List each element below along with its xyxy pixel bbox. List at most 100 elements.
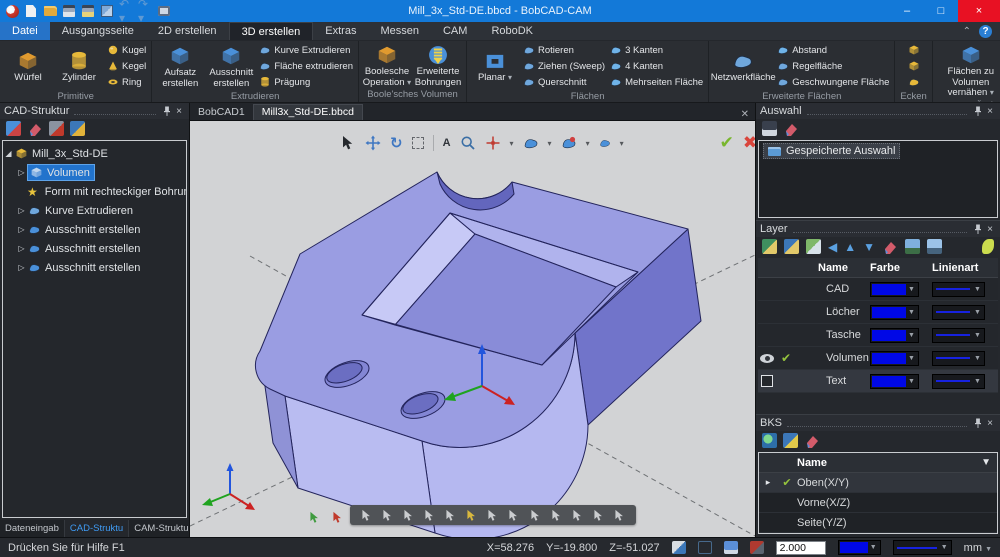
close-panel-icon[interactable]: × <box>984 106 996 117</box>
linestyle-dropdown[interactable]: ▼ <box>932 374 985 389</box>
kurve-extrudieren-button[interactable]: Kurve Extrudieren <box>257 42 355 58</box>
linestyle-dropdown[interactable]: ▼ <box>932 305 985 320</box>
tree-item-form[interactable]: ★ Form mit rechteckiger Bohrung <box>3 182 186 201</box>
solid-model[interactable] <box>255 172 701 538</box>
save-view-icon[interactable] <box>724 541 738 554</box>
new-ucs-button[interactable] <box>762 433 777 448</box>
expander-icon[interactable]: ▷ <box>16 225 27 234</box>
edit-layer-icon[interactable] <box>806 239 821 254</box>
color-dropdown[interactable]: ▼ <box>870 282 919 297</box>
delete-ucs-button[interactable] <box>804 433 820 449</box>
cursor-tool-icon[interactable] <box>672 541 686 554</box>
column-farbe[interactable]: Farbe <box>870 262 932 274</box>
tab-datei[interactable]: Datei <box>0 22 50 40</box>
tab-messen[interactable]: Messen <box>368 22 431 40</box>
snap-mode-button[interactable] <box>444 509 457 522</box>
kugel-button[interactable]: Kugel <box>105 42 148 58</box>
erweiterte-bohrungen-button[interactable]: Erweiterte Bohrungen <box>413 42 463 88</box>
delete-layer-icon[interactable] <box>882 239 898 255</box>
pencil-tool-icon[interactable] <box>6 121 21 136</box>
visibility-eye-icon[interactable] <box>760 354 774 363</box>
layer-row-loecher[interactable]: Löcher ▼ ▼ <box>758 301 998 324</box>
bks-row-seite[interactable]: Seite(Y/Z) <box>759 513 997 533</box>
doc-tab-mill3x[interactable]: Mill3x_Std-DE.bbcd <box>253 104 363 120</box>
shade-mode-button[interactable] <box>523 135 539 151</box>
abstand-button[interactable]: Abstand <box>775 42 891 58</box>
bks-row-vorne[interactable]: Vorne(X/Z) <box>759 493 997 513</box>
close-panel-icon[interactable]: × <box>984 418 996 429</box>
new-layer-icon[interactable] <box>784 239 799 254</box>
save-selection-button[interactable] <box>762 121 777 136</box>
zoom-text-button[interactable]: A <box>443 137 451 149</box>
move-down-icon[interactable]: ▼ <box>863 240 875 254</box>
tab-cad-struktur[interactable]: CAD-Struktu <box>65 520 129 537</box>
capture-tool-icon[interactable] <box>70 121 85 136</box>
snap-mode-button[interactable] <box>571 509 584 522</box>
save-as-button[interactable] <box>81 4 95 18</box>
zoom-window-button[interactable] <box>460 135 476 151</box>
save-button[interactable] <box>62 4 76 18</box>
linestyle-dropdown[interactable]: ▼ <box>932 282 985 297</box>
color-dropdown[interactable]: ▼ <box>870 374 919 389</box>
display-option-button[interactable] <box>599 137 611 149</box>
praegung-button[interactable]: Prägung <box>257 74 355 90</box>
tab-cam-struktur[interactable]: CAM-Struktu <box>129 520 194 537</box>
clear-selection-button[interactable] <box>783 121 799 137</box>
flaechen-zu-volumen-vernaehen-button[interactable]: Flächen zu Volumen vernähen ▾ <box>936 42 1000 99</box>
tree-item-ausschnitt-2[interactable]: ▷ Ausschnitt erstellen <box>3 239 186 258</box>
visibility-checkbox[interactable] <box>761 375 773 387</box>
ziehen-sweep-button[interactable]: Ziehen (Sweep) <box>521 58 607 74</box>
stamp-tool-icon[interactable] <box>49 121 64 136</box>
expander-icon[interactable]: ▷ <box>16 244 27 253</box>
tab-3d-erstellen[interactable]: 3D erstellen <box>229 22 314 40</box>
tree-item-ausschnitt-1[interactable]: ▷ Ausschnitt erstellen <box>3 220 186 239</box>
maximize-button[interactable]: □ <box>924 0 958 22</box>
redo-button[interactable]: ↷ ▾ <box>138 4 152 18</box>
layer-row-tasche[interactable]: Tasche ▼ ▼ <box>758 324 998 347</box>
expander-icon[interactable]: ◢ <box>3 149 14 158</box>
snap-mode-button[interactable] <box>423 509 436 522</box>
collapse-ribbon-button[interactable]: ⌃ <box>963 26 971 37</box>
kegel-button[interactable]: Kegel <box>105 58 148 74</box>
move-left-icon[interactable]: ◀ <box>828 240 837 254</box>
report-button[interactable] <box>100 4 114 18</box>
viewport-canvas[interactable]: ↻ A ▾ ▾ ▾ ▾ ✔ ✖ <box>190 120 755 537</box>
new-file-button[interactable] <box>24 4 38 18</box>
ring-button[interactable]: Ring <box>105 74 148 90</box>
line-width-input[interactable]: 2.000 <box>776 541 826 555</box>
help-icon[interactable]: ? <box>979 25 992 38</box>
expander-icon[interactable]: ▷ <box>16 206 27 215</box>
expander-icon[interactable]: ▷ <box>16 168 27 177</box>
wuerfel-button[interactable]: Würfel <box>3 48 53 84</box>
netzwerkflaeche-button[interactable]: Netzwerkfläche <box>712 48 774 84</box>
snap-mode-button[interactable] <box>507 509 520 522</box>
move-up-icon[interactable]: ▲ <box>844 240 856 254</box>
color-dropdown[interactable]: ▼ <box>870 351 919 366</box>
regelflaeche-button[interactable]: Regelfläche <box>775 58 891 74</box>
window-select-button[interactable] <box>412 137 424 149</box>
layer-row-volumen[interactable]: ✔ Volumen ▼ ▼ <box>758 347 998 370</box>
doc-tab-bobcad1[interactable]: BobCAD1 <box>190 105 253 120</box>
status-linestyle-dropdown[interactable]: ▼ <box>893 540 952 555</box>
snap-mode-button[interactable] <box>381 509 394 522</box>
corner-tool-1-button[interactable] <box>906 42 922 58</box>
hide-faces-button[interactable] <box>561 135 577 151</box>
boolesche-operation-button[interactable]: Boolesche Operation ▾ <box>362 42 412 88</box>
planar-button[interactable]: Planar ▾ <box>470 48 520 84</box>
close-button[interactable]: × <box>958 0 1000 22</box>
tab-dateneingabe[interactable]: Dateneingab <box>0 520 65 537</box>
undo-button[interactable]: ↶ ▾ <box>119 4 133 18</box>
tab-robodk[interactable]: RoboDK <box>479 22 545 40</box>
snap-mode-button[interactable] <box>550 509 563 522</box>
snap-mode-button[interactable] <box>402 509 415 522</box>
column-name[interactable]: Name <box>796 262 870 274</box>
rotieren-button[interactable]: Rotieren <box>521 42 607 58</box>
leaf-icon[interactable] <box>982 239 994 254</box>
layer-image-icon[interactable] <box>905 239 920 254</box>
eraser-tool-icon[interactable] <box>27 121 43 137</box>
querschnitt-button[interactable]: Querschnitt <box>521 74 607 90</box>
zylinder-button[interactable]: Zylinder <box>54 48 104 84</box>
minimize-button[interactable]: – <box>890 0 924 22</box>
tab-cam[interactable]: CAM <box>431 22 479 40</box>
pin-icon[interactable] <box>972 417 984 429</box>
